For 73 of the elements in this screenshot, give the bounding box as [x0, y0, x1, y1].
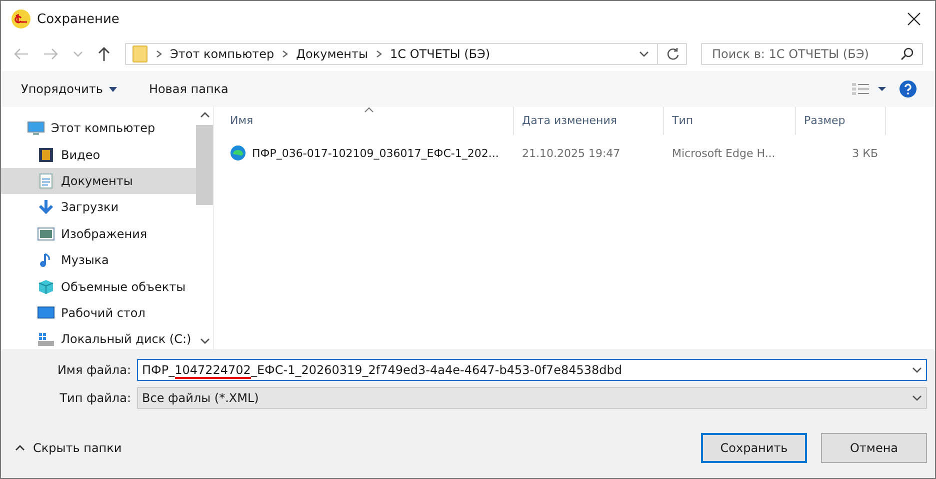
- table-cell-text: Microsoft Edge H...: [671, 146, 776, 160]
- sidebar-item-label: Музыка: [61, 253, 109, 268]
- sidebar-item-label: Загрузки: [61, 200, 118, 214]
- chevron-down-icon[interactable]: [912, 394, 922, 402]
- underlined-text: 1047224702: [174, 363, 251, 379]
- save-button[interactable]: Сохранить: [701, 433, 807, 463]
- file-name: ПФР_036-017-102109_036017_ЕФС-1_202...: [252, 146, 499, 160]
- chevron-right-icon: [376, 50, 382, 58]
- file-name-text: _ЕФС-1_20260319_2f749ed3-4a4e-4647-b453-0f7e84538dbd: [250, 363, 622, 377]
- dropdown-caret-icon: [108, 86, 117, 92]
- down-arrow-icon: [37, 199, 55, 216]
- organize-button[interactable]: Упорядочить: [11, 78, 127, 100]
- breadcrumb-item[interactable]: Этот компьютер: [170, 47, 274, 61]
- table-cell-text: 21.10.2025 19:47: [521, 146, 622, 160]
- field-label: Имя файла:: [56, 363, 131, 377]
- sidebar-item-label: Документы: [61, 174, 133, 188]
- sidebar-item[interactable]: Рабочий стол: [1, 300, 196, 326]
- breadcrumb-item[interactable]: Документы: [296, 47, 368, 61]
- file-type-dropdown[interactable]: Все файлы (*.XML): [137, 387, 927, 409]
- cube-icon: [37, 278, 55, 295]
- sidebar-item[interactable]: Объемные объекты: [1, 273, 196, 300]
- sidebar-item[interactable]: Документы: [1, 168, 196, 194]
- chevron-right-icon: [282, 50, 288, 58]
- chevron-up-icon[interactable]: [200, 111, 210, 119]
- cancel-button[interactable]: Отмена: [821, 433, 927, 463]
- sidebar-item-label: Локальный диск (C:): [61, 332, 192, 346]
- sidebar-item[interactable]: Локальный диск (C:): [1, 326, 196, 353]
- help-icon[interactable]: [899, 80, 917, 98]
- sidebar-item[interactable]: Видео: [1, 141, 196, 168]
- close-icon[interactable]: [907, 12, 921, 26]
- search-field[interactable]: Поиск в: 1С ОТЧЕТЫ (БЭ): [701, 43, 923, 65]
- chevron-down-icon[interactable]: [200, 337, 210, 345]
- address-bar[interactable]: Этот компьютер Документы 1С ОТЧЕТЫ (БЭ): [125, 43, 687, 65]
- chevron-up-icon: [15, 444, 25, 452]
- film-icon: [37, 146, 55, 163]
- sidebar-item-label: Этот компьютер: [51, 121, 156, 136]
- search-icon: [900, 47, 914, 61]
- field-label: Тип файла:: [58, 391, 131, 405]
- file-row[interactable]: ПФР_036-017-102109_036017_ЕФС-1_202... 21.10.2025 19:47 Microsoft Edge H... 3 КБ: [214, 139, 935, 167]
- sidebar-item-label: Изображения: [61, 226, 148, 241]
- sidebar-item[interactable]: Этот компьютер: [1, 115, 196, 142]
- new-folder-button[interactable]: Новая папка: [138, 78, 238, 100]
- file-name-field[interactable]: ПФР_1047224702_ЕФС-1_20260319_2f749ed3-4a4e-4647-b453-0f7e84538dbd: [137, 359, 927, 381]
- up-arrow-icon[interactable]: [97, 46, 111, 62]
- hide-folders-button[interactable]: Скрыть папки: [9, 440, 128, 456]
- refresh-icon[interactable]: [666, 47, 680, 61]
- file-name-text: ПФР_: [142, 363, 175, 377]
- logo-icon: [11, 9, 31, 29]
- table-cell-text: 3 КБ: [851, 146, 879, 160]
- sidebar-item[interactable]: Музыка: [1, 246, 196, 274]
- image-icon: [37, 226, 55, 242]
- chevron-down-icon[interactable]: [912, 366, 922, 374]
- column-header[interactable]: Размер: [796, 107, 886, 135]
- sidebar-item-label: Объемные объекты: [61, 280, 186, 294]
- window-title: Сохранение: [37, 12, 120, 26]
- breadcrumb-item[interactable]: 1С ОТЧЕТЫ (БЭ): [390, 47, 490, 61]
- chevron-down-icon[interactable]: [639, 50, 649, 58]
- screen-icon: [37, 304, 55, 321]
- view-options-icon[interactable]: [851, 82, 887, 96]
- sidebar-item[interactable]: Изображения: [1, 220, 196, 247]
- chevron-right-icon: [156, 50, 162, 58]
- sidebar-item[interactable]: Загрузки: [1, 194, 196, 221]
- column-header[interactable]: Дата изменения: [514, 107, 664, 135]
- sidebar-item-label: Рабочий стол: [61, 306, 146, 320]
- column-header[interactable]: Тип: [664, 107, 796, 135]
- folder-icon: [132, 45, 148, 63]
- column-header[interactable]: Имя: [214, 107, 514, 135]
- document-icon: [37, 172, 55, 189]
- sort-caret-icon: [364, 107, 374, 113]
- drive-icon: [37, 331, 55, 348]
- sidebar-item-label: Видео: [61, 148, 100, 162]
- browser-icon: [230, 145, 246, 161]
- monitor-icon: [27, 120, 45, 136]
